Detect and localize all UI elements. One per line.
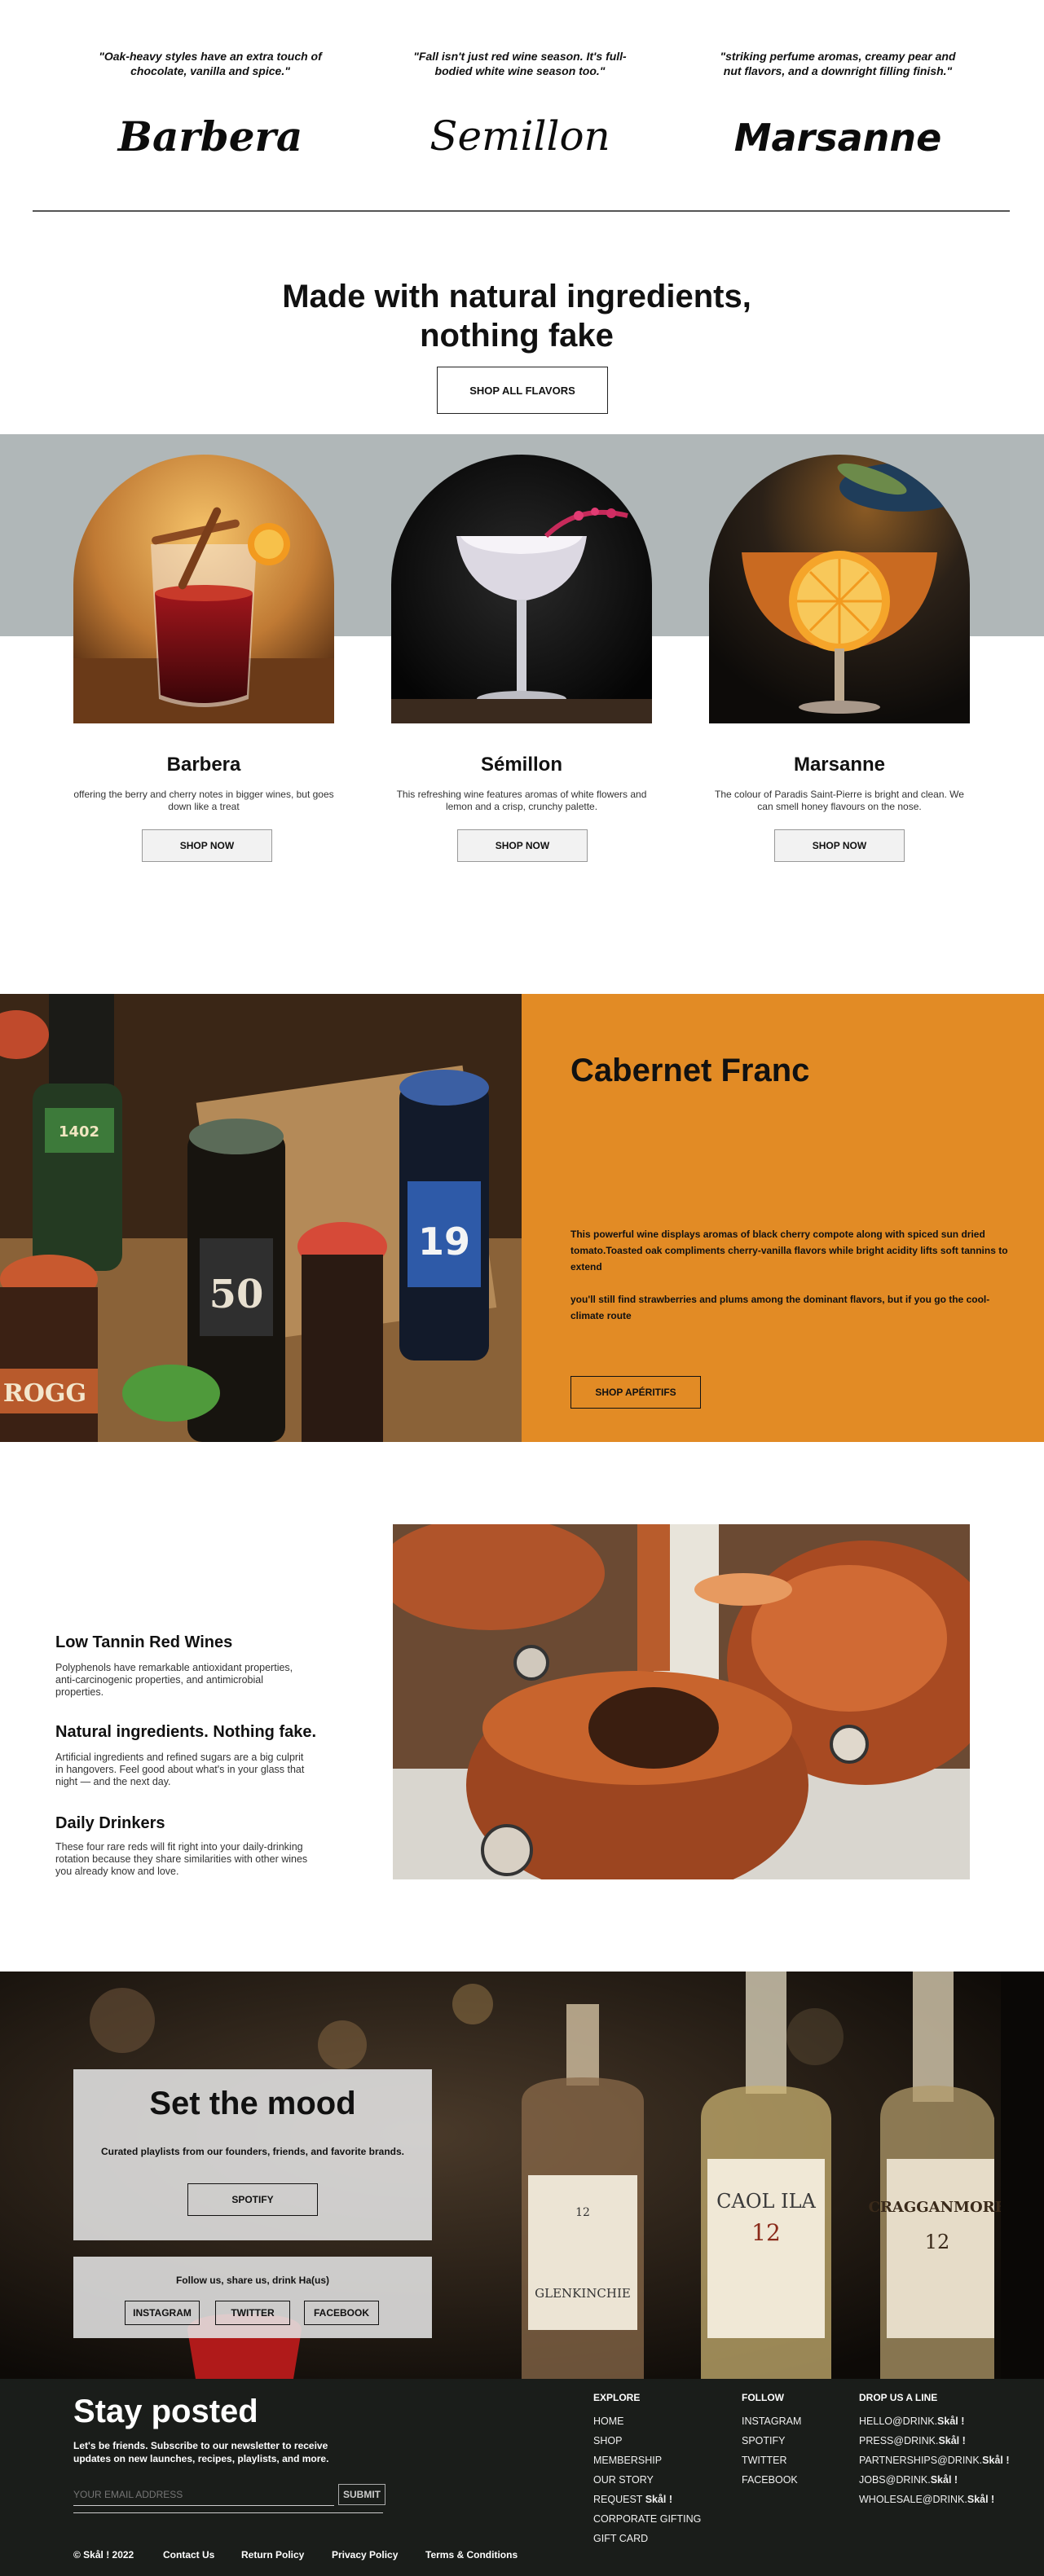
press-logo: Marsanne <box>733 116 942 160</box>
email-link-jobs[interactable]: JOBS@DRINK.Skål ! <box>859 2470 1010 2490</box>
feature-heading: Low Tannin Red Wines <box>55 1633 233 1651</box>
product-name: Marsanne <box>793 754 886 776</box>
email-underline <box>73 2512 383 2513</box>
feature-title: Cabernet Franc <box>570 1053 810 1088</box>
shop-now-button[interactable]: SHOP NOW <box>457 829 588 862</box>
facebook-button[interactable]: FACEBOOK <box>304 2301 379 2325</box>
product-name: Barbera <box>166 754 241 776</box>
footer-link-request[interactable]: REQUEST Skål ! <box>593 2490 701 2509</box>
footer-link-membership[interactable]: MEMBERSHIP <box>593 2451 701 2470</box>
product-description: The colour of Paradis Saint-Pierre is br… <box>715 789 964 812</box>
follow-heading: FOLLOW <box>742 2392 784 2403</box>
feature-heading: Daily Drinkers <box>55 1814 165 1832</box>
return-policy-link[interactable]: Return Policy <box>241 2549 304 2561</box>
feature-text: This powerful wine displays aromas of bl… <box>570 1229 1008 1273</box>
distillery-image <box>393 1524 970 1879</box>
feature-text: Polyphenols have remarkable antioxidant … <box>55 1662 293 1698</box>
terms-link[interactable]: Terms & Conditions <box>425 2549 518 2561</box>
footer-link-home[interactable]: HOME <box>593 2411 701 2431</box>
email-link-wholesale[interactable]: WHOLESALE@DRINK.Skål ! <box>859 2490 1010 2509</box>
social-card <box>73 2257 432 2338</box>
spotify-button[interactable]: SPOTIFY <box>187 2183 318 2216</box>
copyright: © Skål ! 2022 <box>73 2549 134 2561</box>
contact-us-link[interactable]: Contact Us <box>163 2549 214 2561</box>
bottle-label-caolila: CAOL ILA <box>716 2190 816 2213</box>
bottle-label-12b: 12 <box>751 2219 781 2246</box>
follow-column: FOLLOW INSTAGRAM SPOTIFY TWITTER FACEBOO… <box>742 2392 801 2490</box>
product-image-marsanne[interactable] <box>709 455 970 723</box>
product-name: Sémillon <box>480 754 563 776</box>
footer-link-twitter[interactable]: TWITTER <box>742 2451 801 2470</box>
shop-aperitifs-button[interactable]: SHOP APÉRITIFS <box>570 1376 701 1409</box>
bottle-label-50: 50 <box>209 1272 264 1317</box>
email-link-press[interactable]: PRESS@DRINK.Skål ! <box>859 2431 1010 2451</box>
email-link-hello[interactable]: HELLO@DRINK.Skål ! <box>859 2411 1010 2431</box>
product-image-semillon[interactable] <box>391 455 652 723</box>
footer-link-spotify[interactable]: SPOTIFY <box>742 2431 801 2451</box>
bottle-label-glenkinchie: GLENKINCHIE <box>535 2286 631 2301</box>
contact-column: DROP US A LINE HELLO@DRINK.Skål ! PRESS@… <box>859 2392 1010 2509</box>
footer-link-instagram[interactable]: INSTAGRAM <box>742 2411 801 2431</box>
footer-link-shop[interactable]: SHOP <box>593 2431 701 2451</box>
shop-all-flavors-button[interactable]: SHOP ALL FLAVORS <box>437 367 608 414</box>
email-input[interactable] <box>73 2483 334 2506</box>
explore-heading: EXPLORE <box>593 2392 641 2403</box>
shop-now-button[interactable]: SHOP NOW <box>774 829 905 862</box>
footer-link-gift-card[interactable]: GIFT CARD <box>593 2529 701 2548</box>
product-description: offering the berry and cherry notes in b… <box>73 789 334 812</box>
footer-link-our-story[interactable]: OUR STORY <box>593 2470 701 2490</box>
footer-link-facebook[interactable]: FACEBOOK <box>742 2470 801 2490</box>
contact-heading: DROP US A LINE <box>859 2392 938 2403</box>
mood-title: Set the mood <box>149 2086 356 2121</box>
press-logo: Barbera <box>117 112 303 160</box>
follow-text: Follow us, share us, drink Ha(us) <box>175 2275 330 2286</box>
press-logo: Semillon <box>429 112 610 160</box>
bottle-label-rogg: ROGG <box>3 1379 86 1408</box>
footer-subtitle: Let's be friends. Subscribe to our newsl… <box>73 2440 329 2464</box>
section-heading: Made with natural ingredients, nothing f… <box>282 279 751 354</box>
feature-heading: Natural ingredients. Nothing fake. <box>55 1723 317 1741</box>
testimonial-quote: "Fall isn't just red wine season. It's f… <box>413 50 627 77</box>
twitter-button[interactable]: TWITTER <box>215 2301 290 2325</box>
instagram-button[interactable]: INSTAGRAM <box>125 2301 200 2325</box>
footer-title: Stay posted <box>73 2394 258 2429</box>
shop-now-button[interactable]: SHOP NOW <box>142 829 272 862</box>
bottles-image: 1402 50 19 ROGG <box>0 994 522 1442</box>
bottle-label-12a: 12 <box>575 2206 590 2219</box>
explore-column: EXPLORE HOME SHOP MEMBERSHIP OUR STORY R… <box>593 2392 701 2548</box>
footer-link-corporate-gifting[interactable]: CORPORATE GIFTING <box>593 2509 701 2529</box>
privacy-policy-link[interactable]: Privacy Policy <box>332 2549 398 2561</box>
email-link-partnerships[interactable]: PARTNERSHIPS@DRINK.Skål ! <box>859 2451 1010 2470</box>
feature-text: Artificial ingredients and refined sugar… <box>55 1752 305 1787</box>
mood-subtitle: Curated playlists from our founders, fri… <box>100 2146 405 2157</box>
product-image-barbera[interactable] <box>73 455 334 723</box>
bottle-label-1402: 1402 <box>59 1123 99 1141</box>
feature-text: These four rare reds will fit right into… <box>55 1841 308 1877</box>
feature-text: you'll still find strawberries and plums… <box>570 1294 990 1321</box>
bottle-label-19: 19 <box>418 1220 470 1264</box>
submit-button[interactable]: SUBMIT <box>338 2484 385 2505</box>
testimonial-quote: "striking perfume aromas, creamy pear an… <box>720 50 956 77</box>
product-description: This refreshing wine features aromas of … <box>396 789 647 812</box>
bottle-label-12c: 12 <box>925 2231 950 2253</box>
divider <box>33 210 1010 212</box>
bottle-label-cragganmore: CRAGGANMORE <box>869 2199 1007 2216</box>
testimonial-quote: "Oak-heavy styles have an extra touch of… <box>99 50 322 77</box>
